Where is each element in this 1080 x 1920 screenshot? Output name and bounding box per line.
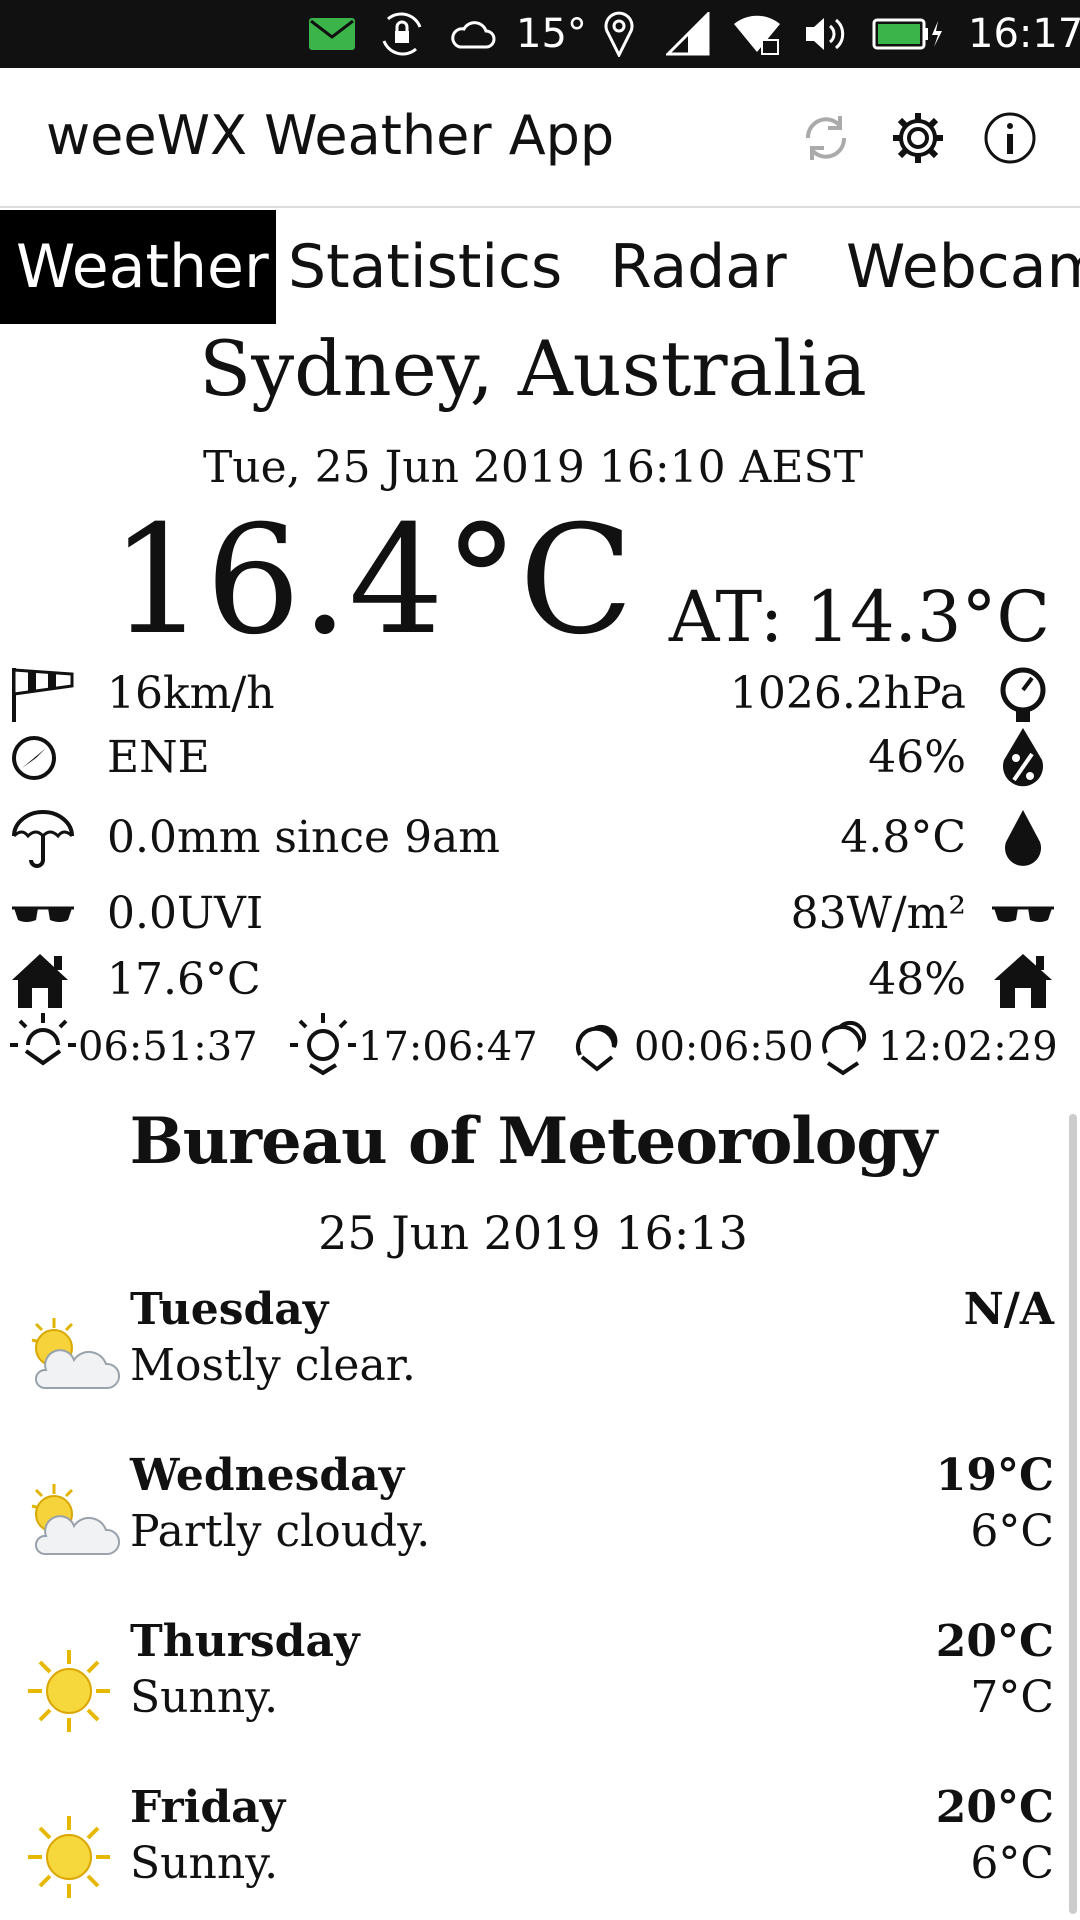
scrollbar-thumb[interactable] bbox=[1069, 1114, 1077, 1914]
info-icon[interactable] bbox=[982, 110, 1038, 166]
forecast-day-name: Thursday bbox=[130, 1616, 360, 1667]
status-bar: 15° 16:17 bbox=[0, 0, 1080, 68]
wifi-icon bbox=[732, 0, 782, 68]
forecast-day: Tuesday Mostly clear. N/A bbox=[0, 1284, 1066, 1434]
refresh-icon[interactable] bbox=[798, 110, 854, 166]
forecast-description: Sunny. bbox=[130, 1672, 279, 1723]
sun-moon-row: 06:51:37 17:06:47 00:06:50 12:02:29 bbox=[0, 1012, 1066, 1082]
forecast-day-name: Friday bbox=[130, 1782, 286, 1833]
indoor-humidity: 48% bbox=[868, 954, 966, 1005]
status-temperature: 15° bbox=[516, 11, 587, 57]
forecast-description: Sunny. bbox=[130, 1838, 279, 1889]
barometer-icon bbox=[990, 664, 1056, 724]
forecast-low: 6°C bbox=[970, 1838, 1054, 1889]
status-time: 16:17 bbox=[968, 11, 1080, 57]
gear-icon[interactable] bbox=[890, 110, 946, 166]
sunglasses-icon bbox=[10, 884, 76, 944]
solar-value: 83W/m² bbox=[790, 888, 966, 939]
forecast-day: Friday Sunny. 20°C 6°C bbox=[0, 1782, 1066, 1920]
signal-icon bbox=[666, 0, 710, 68]
rain-value: 0.0mm since 9am bbox=[107, 812, 501, 863]
sunny-icon bbox=[14, 1636, 124, 1746]
sunglasses-icon bbox=[990, 884, 1056, 944]
rain-dewpoint-row: 0.0mm since 9am 4.8°C bbox=[0, 808, 1066, 868]
house-icon bbox=[10, 950, 76, 1010]
tab-webcam[interactable]: Webcam bbox=[846, 210, 1080, 324]
sunrise-time: 06:51:37 bbox=[78, 1024, 258, 1070]
forecast-high: N/A bbox=[963, 1284, 1054, 1335]
forecast-source-logo: Bureau of Meteorology bbox=[129, 1104, 938, 1179]
tab-weather[interactable]: Weather bbox=[0, 210, 276, 324]
sunset-icon bbox=[288, 1007, 358, 1087]
email-icon bbox=[308, 0, 356, 68]
uv-solar-row: 0.0UVI 83W/m² bbox=[0, 884, 1066, 944]
partly-cloudy-icon bbox=[14, 1470, 124, 1580]
forecast-day: Thursday Sunny. 20°C 7°C bbox=[0, 1616, 1066, 1766]
sunny-icon bbox=[14, 1802, 124, 1912]
forecast-high: 20°C bbox=[935, 1616, 1054, 1667]
app-bar: weeWX Weather App bbox=[0, 68, 1080, 208]
humidity-icon bbox=[990, 728, 1056, 788]
volume-icon bbox=[804, 0, 848, 68]
droplet-icon bbox=[990, 808, 1056, 868]
wind-speed: 16km/h bbox=[107, 668, 275, 719]
uv-value: 0.0UVI bbox=[107, 888, 264, 939]
house-icon bbox=[990, 950, 1056, 1010]
forecast-description: Mostly clear. bbox=[130, 1340, 416, 1391]
forecast-issued: 25 Jun 2019 16:13 bbox=[318, 1206, 748, 1260]
app-title: weeWX Weather App bbox=[46, 104, 615, 167]
sunset-time: 17:06:47 bbox=[358, 1024, 538, 1070]
moonset-icon bbox=[808, 1007, 878, 1087]
forecast-low: 6°C bbox=[970, 1506, 1054, 1557]
dewpoint-value: 4.8°C bbox=[840, 812, 966, 863]
pressure-value: 1026.2hPa bbox=[729, 668, 966, 719]
rotation-lock-icon bbox=[378, 0, 426, 68]
tab-statistics[interactable]: Statistics bbox=[288, 210, 562, 324]
observation-time: Tue, 25 Jun 2019 16:10 AEST bbox=[202, 442, 864, 493]
wind-direction: ENE bbox=[107, 732, 210, 783]
location-pin-icon bbox=[604, 0, 634, 68]
forecast-high: 20°C bbox=[935, 1782, 1054, 1833]
forecast-day-name: Wednesday bbox=[130, 1450, 405, 1501]
scrollbar[interactable] bbox=[1066, 324, 1080, 1920]
humidity-value: 46% bbox=[868, 732, 966, 783]
moonrise-icon bbox=[564, 1007, 634, 1087]
umbrella-icon bbox=[10, 808, 76, 868]
battery-icon bbox=[872, 0, 944, 68]
indoor-temperature: 17.6°C bbox=[107, 954, 261, 1005]
current-temperature: 16.4°C bbox=[110, 494, 634, 668]
forecast-low: 7°C bbox=[970, 1672, 1054, 1723]
compass-icon bbox=[10, 728, 76, 788]
indoor-row: 17.6°C 48% bbox=[0, 950, 1066, 1010]
cloud-icon bbox=[448, 0, 496, 68]
weather-content[interactable]: Sydney, Australia Tue, 25 Jun 2019 16:10… bbox=[0, 324, 1066, 1920]
windsock-icon bbox=[10, 664, 76, 724]
tab-radar[interactable]: Radar bbox=[610, 210, 787, 324]
wind-pressure-row: 16km/h 1026.2hPa bbox=[0, 664, 1066, 724]
forecast-day: Wednesday Partly cloudy. 19°C 6°C bbox=[0, 1450, 1066, 1600]
moonrise-time: 00:06:50 bbox=[634, 1024, 814, 1070]
moonset-time: 12:02:29 bbox=[878, 1024, 1058, 1070]
location-title: Sydney, Australia bbox=[199, 324, 867, 413]
partly-cloudy-icon bbox=[14, 1304, 124, 1414]
forecast-description: Partly cloudy. bbox=[130, 1506, 431, 1557]
forecast-high: 19°C bbox=[935, 1450, 1054, 1501]
forecast-day-name: Tuesday bbox=[130, 1284, 329, 1335]
sunrise-icon bbox=[8, 1007, 78, 1087]
direction-humidity-row: ENE 46% bbox=[0, 728, 1066, 788]
apparent-temperature: AT: 14.3°C bbox=[668, 576, 1050, 658]
tab-bar: Weather Statistics Radar Webcam bbox=[0, 210, 1080, 324]
